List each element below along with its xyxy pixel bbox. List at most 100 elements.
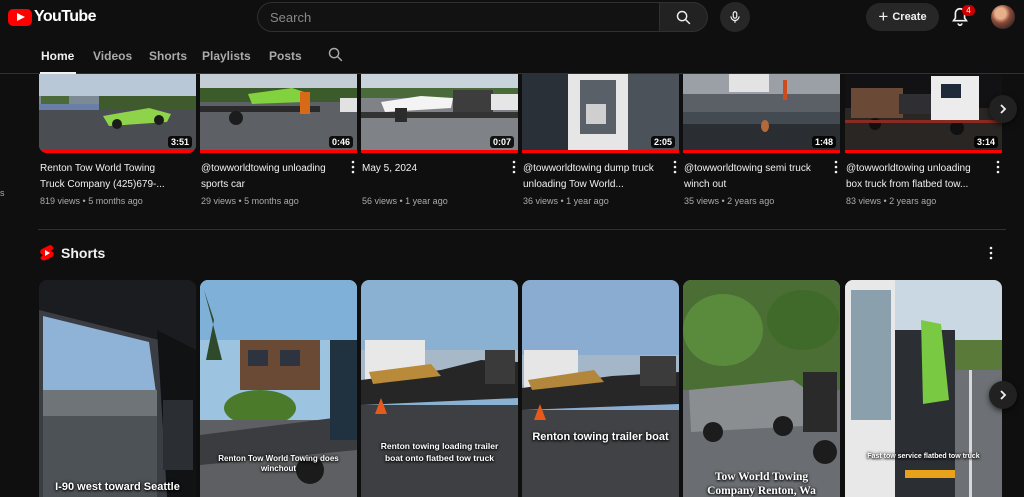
- view-count: 35 views: [684, 196, 720, 206]
- short-thumbnail-image: [522, 280, 679, 497]
- short-card[interactable]: Renton towing loading trailer boat onto …: [361, 280, 518, 497]
- search-button[interactable]: [660, 2, 708, 32]
- video-metadata: 83 views • 2 years ago: [846, 196, 937, 206]
- upload-age: 2 years ago: [889, 196, 937, 206]
- short-caption: Renton Tow World Towing does winchout: [218, 454, 339, 473]
- view-count: 819 views: [40, 196, 81, 206]
- more-actions-icon[interactable]: [672, 160, 678, 174]
- short-card[interactable]: I-90 west toward Seattle: [39, 280, 196, 497]
- view-count: 29 views: [201, 196, 237, 206]
- short-thumbnail-image: [361, 280, 518, 497]
- view-count: 56 views: [362, 196, 398, 206]
- short-caption: Tow World Towing Company Renton, Wa: [707, 471, 816, 497]
- video-metadata: 36 views • 1 year ago: [523, 196, 609, 206]
- video-card[interactable]: 3:51 Renton Tow World Towing Truck Compa…: [39, 74, 196, 206]
- short-card[interactable]: Fast tow service flatbed tow truck: [845, 280, 1002, 497]
- watch-progress-bar: [845, 150, 1002, 153]
- watch-progress-bar: [200, 150, 357, 153]
- video-title[interactable]: @towworldtowing unloading box truck from…: [846, 161, 984, 193]
- more-actions-icon[interactable]: [511, 160, 517, 174]
- view-count: 83 views: [846, 196, 882, 206]
- video-duration: 3:14: [973, 136, 998, 148]
- view-count: 36 views: [523, 196, 559, 206]
- chevron-right-icon: [1000, 390, 1007, 400]
- create-label: Create: [892, 11, 927, 23]
- watch-progress-bar: [39, 150, 196, 153]
- video-thumbnail[interactable]: 0:46: [200, 74, 357, 153]
- voice-search-button[interactable]: [720, 2, 750, 32]
- microphone-icon: [730, 11, 740, 23]
- upload-age: 1 year ago: [405, 196, 448, 206]
- video-card[interactable]: 0:46 @towworldtowing unloading sports ca…: [200, 74, 357, 206]
- video-title[interactable]: May 5, 2024: [362, 161, 500, 193]
- chevron-right-icon: [1000, 104, 1007, 114]
- more-actions-icon[interactable]: [350, 160, 356, 174]
- search-box: [257, 2, 708, 32]
- short-thumbnail-image: [39, 280, 196, 497]
- tab-playlists[interactable]: Playlists: [202, 49, 251, 63]
- video-title[interactable]: @towworldtowing semi truck winch out: [684, 161, 822, 193]
- shorts-next-button[interactable]: [989, 381, 1017, 409]
- upload-age: 1 year ago: [566, 196, 609, 206]
- video-card[interactable]: 2:05 @towworldtowing dump truck unloadin…: [522, 74, 679, 206]
- logo-text: YouTube: [34, 8, 96, 25]
- video-thumbnail[interactable]: 1:48: [683, 74, 840, 153]
- tab-home[interactable]: Home: [41, 49, 74, 63]
- create-button[interactable]: + Create: [866, 3, 939, 31]
- video-card[interactable]: 0:07 May 5, 2024 56 views • 1 year ago: [361, 74, 518, 206]
- short-caption: Renton towing loading trailer boat onto …: [380, 441, 499, 463]
- video-thumbnail[interactable]: 0:07: [361, 74, 518, 153]
- search-icon: [676, 10, 691, 24]
- shorts-more-actions-icon[interactable]: [988, 246, 994, 260]
- notification-count-badge: 4: [962, 5, 975, 16]
- video-thumbnail[interactable]: 3:14: [845, 74, 1002, 153]
- watch-progress-bar: [683, 150, 840, 153]
- videos-next-button[interactable]: [989, 95, 1017, 123]
- youtube-logo[interactable]: YouTube: [8, 8, 96, 26]
- video-metadata: 29 views • 5 months ago: [201, 196, 299, 206]
- shorts-section-header: Shorts: [39, 244, 105, 262]
- search-input[interactable]: [257, 2, 660, 32]
- video-metadata: 35 views • 2 years ago: [684, 196, 775, 206]
- video-title[interactable]: @towworldtowing dump truck unloading Tow…: [523, 161, 661, 193]
- short-card[interactable]: Renton Tow World Towing does winchout: [200, 280, 357, 497]
- short-card[interactable]: Renton towing trailer boat: [522, 280, 679, 497]
- upload-age: 5 months ago: [88, 196, 143, 206]
- shorts-logo-icon: [40, 245, 54, 261]
- more-actions-icon[interactable]: [833, 160, 839, 174]
- short-thumbnail-image: [683, 280, 840, 497]
- channel-search-icon[interactable]: [327, 46, 344, 63]
- video-metadata: 819 views • 5 months ago: [40, 196, 143, 206]
- account-avatar[interactable]: [991, 5, 1015, 29]
- video-duration: 0:46: [328, 136, 353, 148]
- upload-age: 5 months ago: [244, 196, 299, 206]
- more-actions-icon[interactable]: [995, 160, 1001, 174]
- sidebar-edge-marker: s: [0, 188, 5, 198]
- tab-shorts[interactable]: Shorts: [149, 49, 187, 63]
- short-thumbnail-image: [845, 280, 1002, 497]
- section-divider: [38, 229, 1006, 230]
- video-duration: 1:48: [811, 136, 836, 148]
- video-thumbnail[interactable]: 3:51: [39, 74, 196, 153]
- shorts-section-title[interactable]: Shorts: [61, 245, 105, 261]
- channel-tabs: Home Videos Shorts Playlists Posts: [0, 36, 1024, 74]
- tab-posts[interactable]: Posts: [269, 49, 302, 63]
- video-card[interactable]: 1:48 @towworldtowing semi truck winch ou…: [683, 74, 840, 206]
- tab-videos[interactable]: Videos: [93, 49, 132, 63]
- youtube-play-icon: [8, 8, 32, 26]
- short-caption: I-90 west toward Seattle: [55, 481, 180, 493]
- video-title[interactable]: @towworldtowing unloading sports car: [201, 161, 339, 193]
- video-metadata: 56 views • 1 year ago: [362, 196, 448, 206]
- video-card[interactable]: 3:14 @towworldtowing unloading box truck…: [845, 74, 1002, 206]
- short-card[interactable]: Tow World Towing Company Renton, Wa: [683, 280, 840, 497]
- watch-progress-bar: [361, 150, 518, 153]
- short-caption: Fast tow service flatbed tow truck: [867, 453, 980, 460]
- upload-age: 2 years ago: [727, 196, 775, 206]
- video-duration: 0:07: [489, 136, 514, 148]
- video-thumbnail[interactable]: 2:05: [522, 74, 679, 153]
- video-duration: 2:05: [650, 136, 675, 148]
- video-title[interactable]: Renton Tow World Towing Truck Company (4…: [40, 161, 178, 193]
- short-caption: Renton towing trailer boat: [532, 431, 669, 443]
- video-duration: 3:51: [167, 136, 192, 148]
- plus-icon: +: [878, 6, 889, 26]
